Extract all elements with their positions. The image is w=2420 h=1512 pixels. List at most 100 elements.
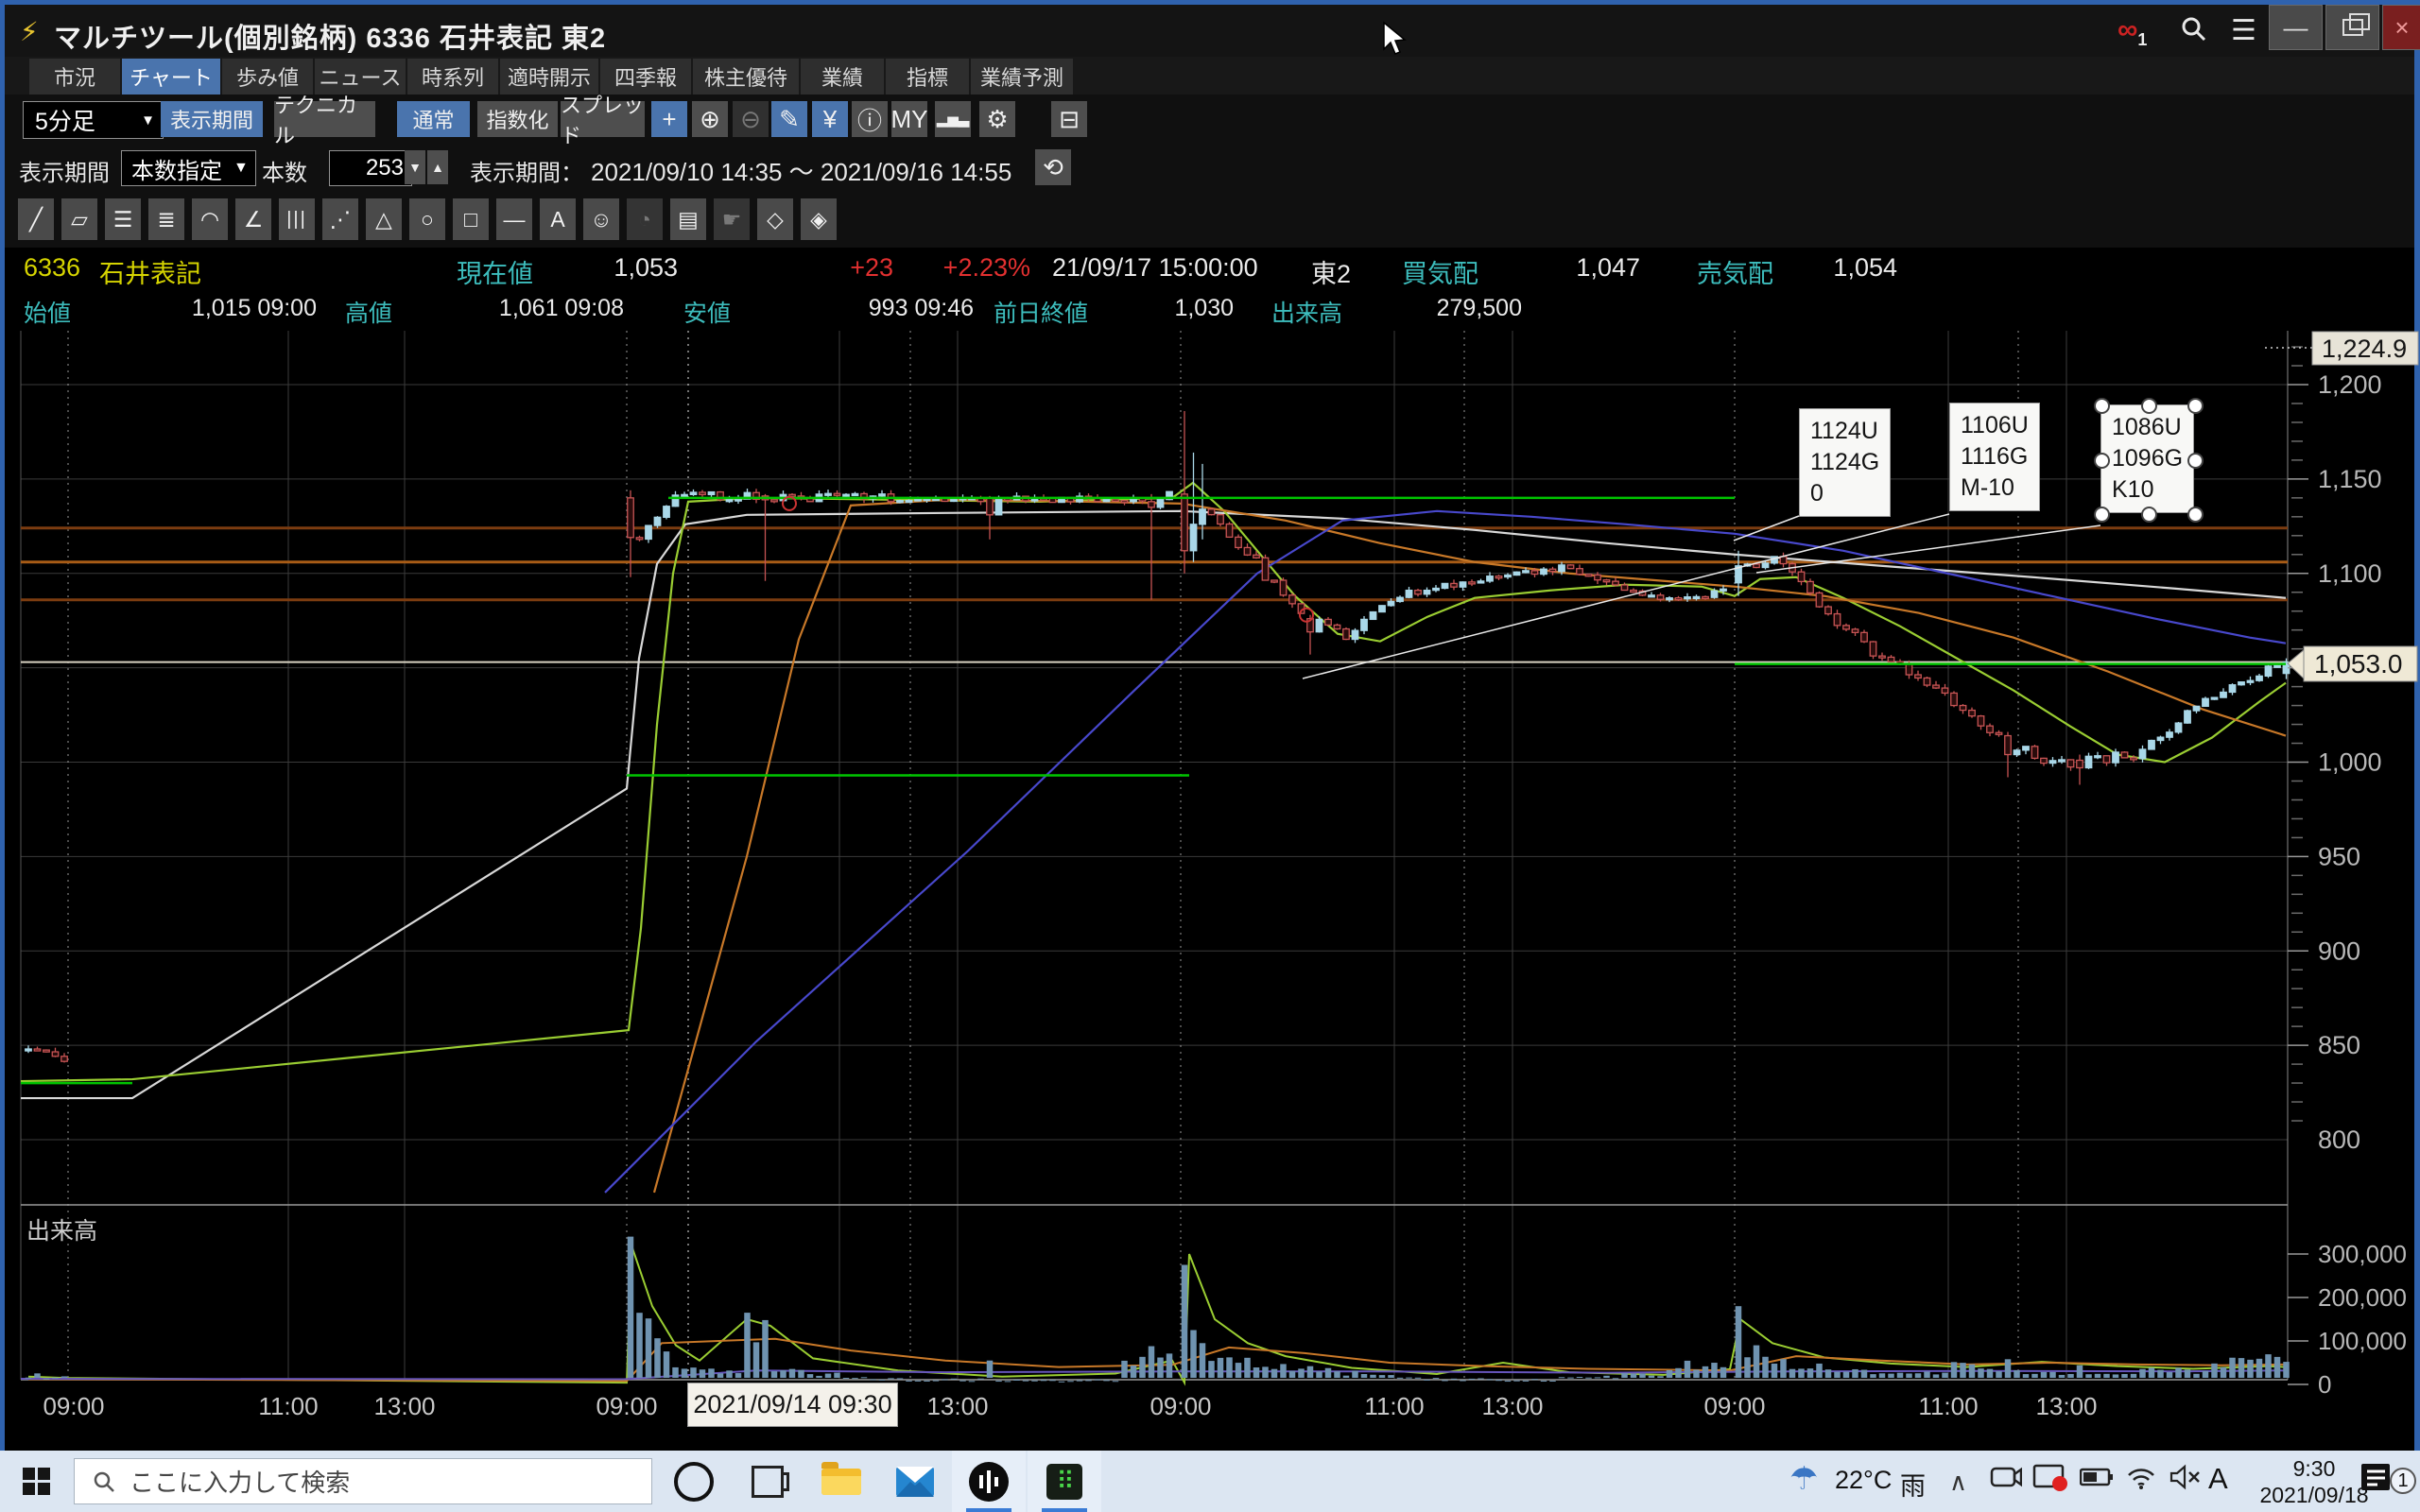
restore-button[interactable]	[2325, 5, 2379, 50]
pentagon-tool[interactable]: △	[366, 198, 402, 240]
notification-icon[interactable]	[2360, 1462, 2394, 1501]
chart-app-icon: ⠿	[1046, 1464, 1082, 1500]
taskbar-search-input[interactable]: ここに入力して検索	[74, 1458, 652, 1504]
eraser-tool[interactable]: ◇	[757, 198, 793, 240]
count-input[interactable]: 253	[329, 150, 412, 186]
wrench-icon[interactable]: ⚙	[979, 101, 1015, 137]
drawing-toolbar: ╱▱☰≣◠∠|||⋰△○□—A☺◔▤☛◇◈	[5, 192, 2414, 248]
count-decrement-button[interactable]: ▼	[405, 150, 425, 184]
info-icon[interactable]: ⓘ	[852, 101, 888, 137]
toolbar-button-3[interactable]: 通常	[397, 101, 470, 137]
svg-text:09:00: 09:00	[43, 1392, 104, 1420]
reset-range-button[interactable]: ⟲	[1035, 149, 1071, 185]
hsegment-tool[interactable]: —	[496, 198, 532, 240]
tab-9[interactable]: 業績	[801, 59, 884, 94]
cortana-button[interactable]	[657, 1451, 731, 1512]
bid-value: 1,047	[1555, 253, 1640, 283]
selection-handle-8[interactable]	[2094, 453, 2110, 469]
erase-all-tool[interactable]: ◈	[801, 198, 837, 240]
svg-text:09:00: 09:00	[596, 1392, 657, 1420]
svg-text:950: 950	[2318, 842, 2360, 870]
svg-text:11:00: 11:00	[1918, 1392, 1978, 1420]
price-volume-chart[interactable]: 1,2001,1501,1001,000950900850800300,0002…	[0, 326, 2420, 1451]
file-explorer-button[interactable]	[804, 1451, 878, 1512]
hlines4-tool[interactable]: ≣	[148, 198, 184, 240]
chart-note-2[interactable]: 1106U1116GM-10	[1949, 403, 2040, 511]
chart-note-3[interactable]: 1086U1096GK10	[2100, 404, 2194, 513]
fan-arc-tool[interactable]: ◠	[192, 198, 228, 240]
minimize-button[interactable]: —	[2269, 5, 2323, 50]
chart-note-1[interactable]: 1124U1124G0	[1799, 408, 1891, 517]
chart-app-button[interactable]: ⠿	[1028, 1451, 1101, 1512]
history-tool: ◔	[627, 198, 663, 240]
menu-icon[interactable]: ☰	[2231, 14, 2256, 47]
angle-lines-tool[interactable]: ⋰	[322, 198, 358, 240]
tab-11[interactable]: 業績予測	[971, 59, 1073, 94]
icon-stamp-tool[interactable]: ☺	[583, 198, 619, 240]
pencil-icon[interactable]: ✎	[771, 101, 807, 137]
tab-5[interactable]: 時系列	[407, 59, 498, 94]
rectangle-tool[interactable]: □	[453, 198, 489, 240]
tab-1[interactable]: 市況	[29, 59, 120, 94]
hlines3-tool[interactable]: ☰	[105, 198, 141, 240]
zoom-out-icon[interactable]: ⊖	[733, 101, 769, 137]
chevron-down-icon: ▼	[233, 160, 249, 177]
print-icon[interactable]: ⊟	[1051, 101, 1087, 137]
toolbar-button-4[interactable]: 指数化	[477, 101, 558, 137]
ellipse-tool[interactable]: ○	[409, 198, 445, 240]
svg-text:09:00: 09:00	[1703, 1392, 1765, 1420]
screen-record-icon[interactable]	[2032, 1464, 2068, 1497]
selection-handle-3[interactable]	[2187, 398, 2204, 414]
weather-desc[interactable]: 雨	[1900, 1466, 1926, 1503]
svg-text:1,200: 1,200	[2318, 370, 2382, 399]
tab-2[interactable]: チャート	[122, 59, 220, 94]
mail-button[interactable]	[878, 1451, 952, 1512]
selection-handle-4[interactable]	[2187, 453, 2204, 469]
zoom-in-icon[interactable]: ⊕	[692, 101, 728, 137]
quote-code: 6336	[24, 253, 80, 283]
fan-line-tool[interactable]: ∠	[235, 198, 271, 240]
copy-tool[interactable]: ▤	[670, 198, 706, 240]
area-chart-icon[interactable]: ▂▅▃	[935, 101, 971, 137]
toolbar-button-5[interactable]: スプレッド	[561, 101, 645, 137]
selection-handle-6[interactable]	[2141, 507, 2157, 523]
wifi-icon[interactable]	[2125, 1464, 2157, 1495]
selection-handle-2[interactable]	[2141, 398, 2157, 414]
selection-handle-1[interactable]	[2094, 398, 2110, 414]
toolbar-button-2[interactable]: テクニカル	[274, 101, 375, 137]
ohlc-label-5: 出来高	[1271, 295, 1342, 329]
trading-app-button[interactable]	[952, 1451, 1026, 1512]
text-tool[interactable]: A	[540, 198, 576, 240]
hidden-icons-chevron[interactable]: ∧	[1949, 1468, 1967, 1497]
yen-icon[interactable]: ¥	[812, 101, 848, 137]
svg-text:1,053.0: 1,053.0	[2314, 649, 2402, 679]
selection-handle-5[interactable]	[2187, 507, 2204, 523]
cursor-date-label: 2021/09/14 09:30	[687, 1383, 898, 1427]
period-mode-select[interactable]: 本数指定 ▼	[121, 150, 256, 186]
battery-icon[interactable]	[2080, 1468, 2114, 1491]
toolbar-button-1[interactable]: 表示期間	[161, 101, 263, 137]
close-button[interactable]: ×	[2382, 5, 2420, 50]
search-icon[interactable]	[2179, 14, 2207, 50]
weather-icon[interactable]: ☂	[1789, 1460, 1818, 1498]
notification-badge[interactable]: 1	[2390, 1468, 2416, 1494]
selection-handle-7[interactable]	[2094, 507, 2110, 523]
ruler-tool[interactable]: ▱	[61, 198, 97, 240]
vlines-tool[interactable]: |||	[279, 198, 315, 240]
count-increment-button[interactable]: ▲	[427, 150, 448, 184]
tab-8[interactable]: 株主優待	[693, 59, 799, 94]
camera-icon[interactable]	[1990, 1464, 2022, 1495]
link-icon[interactable]: ∞1	[2118, 14, 2147, 50]
quote-datetime: 21/09/17 15:00:00	[1052, 253, 1258, 283]
weather-temp[interactable]: 22°C	[1835, 1466, 1892, 1495]
titlebar[interactable]: ⚡ マルチツール(個別銘柄) 6336 石井表記 東2 ∞1 ☰ — ×	[5, 5, 2414, 57]
timeframe-select[interactable]: 5分足▼	[23, 101, 164, 139]
tab-10[interactable]: 指標	[886, 59, 969, 94]
ime-indicator[interactable]: A	[2208, 1462, 2228, 1496]
task-view-button[interactable]	[731, 1451, 804, 1512]
start-button[interactable]	[23, 1468, 51, 1496]
my-chart-icon[interactable]: MY	[891, 101, 927, 137]
volume-muted-icon[interactable]	[2169, 1464, 2203, 1495]
crosshair-icon[interactable]: +	[651, 101, 687, 137]
trendline-tool[interactable]: ╱	[18, 198, 54, 240]
